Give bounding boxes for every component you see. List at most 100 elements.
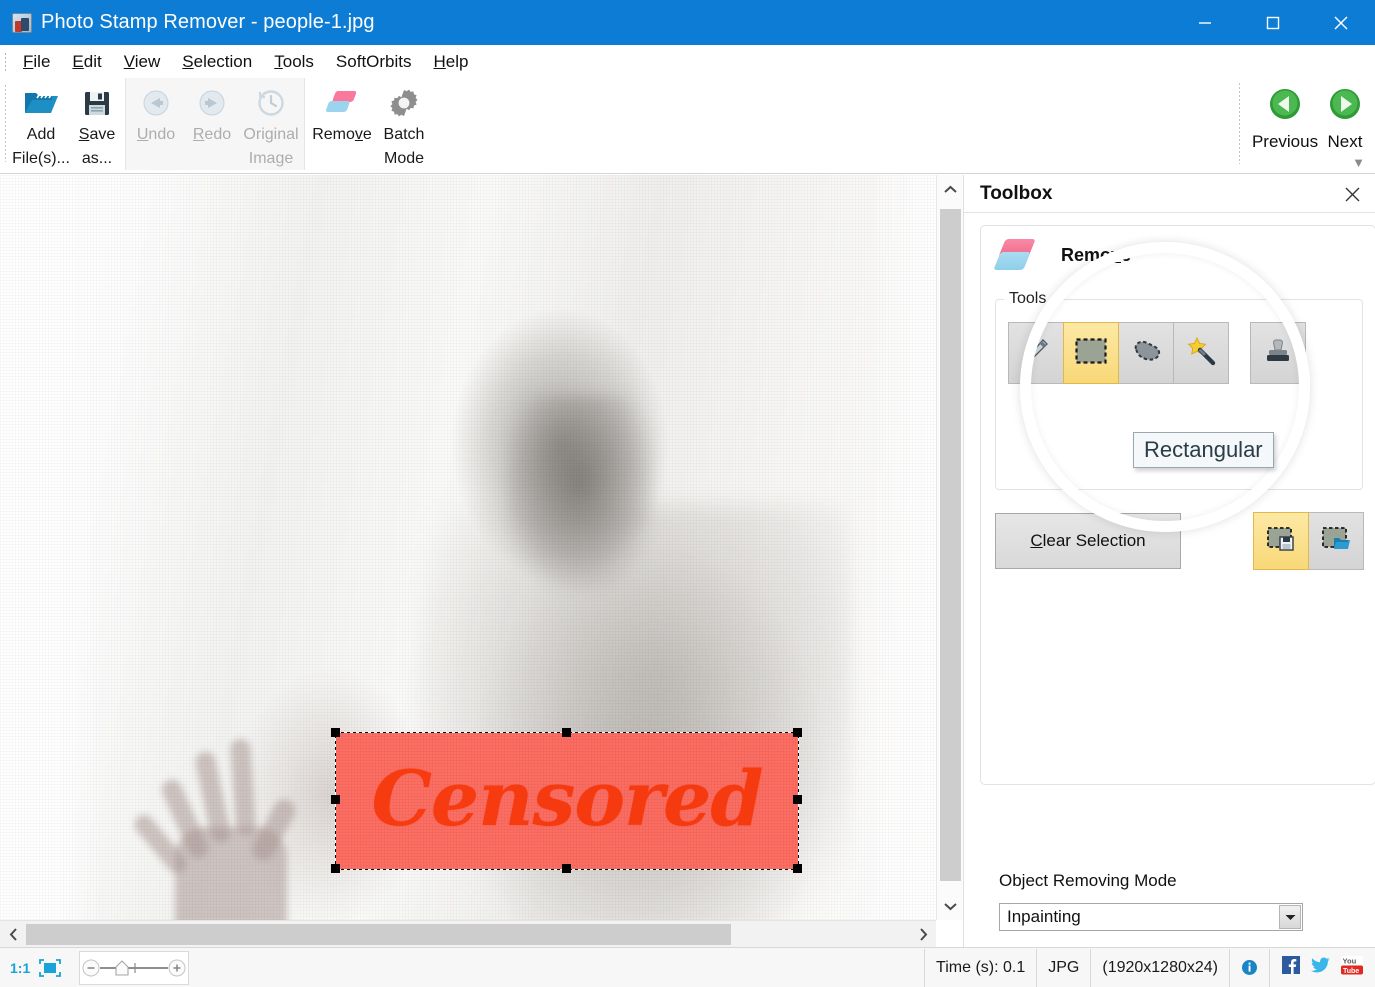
- svg-text:You: You: [1343, 956, 1357, 965]
- rectangular-selection[interactable]: Censored: [331, 728, 802, 873]
- menu-item-softorbits[interactable]: SoftOrbits: [325, 50, 423, 74]
- menu-label-view: iew: [134, 51, 161, 71]
- tools-row: [996, 308, 1362, 384]
- photo-left-falloff: [0, 175, 100, 920]
- chevron-down-icon[interactable]: [1279, 905, 1301, 929]
- undo-arrow-icon: [140, 85, 172, 121]
- navigation-grip-handle[interactable]: [1238, 82, 1241, 164]
- add-files-button[interactable]: Add File(s)...: [12, 78, 70, 169]
- selection-handle-w[interactable]: [331, 795, 340, 804]
- history-button-group: Undo Redo Original Image: [125, 78, 305, 170]
- redo-label: Redo: [192, 126, 232, 143]
- app-logo-icon: [12, 12, 32, 33]
- hand-finger-4: [130, 811, 191, 877]
- fit-to-screen-icon[interactable]: [39, 958, 62, 977]
- marker-tool-button[interactable]: [1008, 322, 1064, 384]
- window-controls: [1171, 0, 1375, 45]
- menu-label-edit: dit: [83, 51, 102, 71]
- lasso-tool-button[interactable]: [1118, 322, 1174, 384]
- menu-item-help[interactable]: Help: [423, 50, 480, 74]
- selection-handle-s[interactable]: [562, 864, 571, 873]
- next-image-button[interactable]: Next: [1315, 78, 1375, 152]
- redo-arrow-icon: [196, 85, 228, 121]
- batch-mode-label-line2: Mode: [383, 150, 425, 167]
- load-selection-button[interactable]: [1308, 512, 1364, 570]
- menu-accel-h: H: [433, 51, 446, 71]
- processing-time-label: Time (s): 0.1: [925, 948, 1038, 987]
- remove-toolbar-label: Remove: [312, 126, 372, 143]
- menu-label-file: ile: [33, 51, 51, 71]
- canvas-horizontal-scrollbar[interactable]: [0, 920, 936, 947]
- menu-label-selection: election: [193, 51, 253, 71]
- magic-wand-tool-button[interactable]: [1173, 322, 1229, 384]
- menu-label-tools: ools: [282, 51, 314, 71]
- save-as-label-line1: Save: [78, 126, 116, 143]
- status-bar: 1:1 Time (s): 0.1 JPG (1920x1280x24) You…: [0, 947, 1375, 987]
- toolbox-header: Toolbox: [964, 175, 1375, 213]
- vertical-scroll-thumb[interactable]: [940, 209, 961, 881]
- hand-finger-2: [193, 749, 233, 845]
- window-title: Photo Stamp Remover - people-1.jpg: [41, 11, 375, 33]
- remove-mode-header: Remove: [981, 226, 1375, 272]
- redo-button[interactable]: Redo: [184, 78, 240, 166]
- youtube-icon[interactable]: You Tube: [1341, 955, 1363, 980]
- menu-item-edit[interactable]: Edit: [61, 50, 112, 74]
- undo-button[interactable]: Undo: [128, 78, 184, 166]
- canvas-vertical-scrollbar[interactable]: [936, 175, 963, 920]
- clear-selection-button[interactable]: Clear Selection: [995, 513, 1181, 569]
- selection-io-group: [1253, 512, 1364, 570]
- remove-mode-title: Remove: [1061, 244, 1132, 265]
- ribbon-collapse-icon[interactable]: ▼: [1352, 155, 1365, 170]
- add-files-label-line2: File(s)...: [12, 150, 70, 167]
- pencil-icon: [1021, 336, 1051, 371]
- facebook-icon[interactable]: [1282, 956, 1300, 979]
- previous-image-button[interactable]: Previous: [1252, 78, 1318, 152]
- hand-finger-3: [158, 776, 212, 862]
- twitter-icon[interactable]: [1311, 957, 1330, 979]
- horizontal-scroll-thumb[interactable]: [26, 924, 731, 945]
- save-selection-button[interactable]: [1253, 512, 1309, 570]
- remove-toolbar-button[interactable]: Remove: [311, 78, 373, 166]
- menu-item-file[interactable]: File: [12, 50, 61, 74]
- rectangular-tooltip: Rectangular: [1133, 432, 1274, 468]
- magic-wand-icon: [1185, 336, 1217, 371]
- green-left-arrow-icon: [1268, 87, 1302, 126]
- stamp-tool-button[interactable]: [1250, 322, 1306, 384]
- batch-mode-button[interactable]: Batch Mode: [373, 78, 435, 169]
- zoom-slider[interactable]: [79, 950, 190, 985]
- selection-handle-sw[interactable]: [331, 864, 340, 873]
- menu-accel-s: S: [182, 51, 194, 71]
- selection-handle-ne[interactable]: [793, 728, 802, 737]
- tools-legend: Tools: [1009, 290, 1047, 307]
- eraser-bottom-half: [993, 252, 1031, 270]
- maximize-icon[interactable]: [1239, 0, 1307, 45]
- chevron-right-icon[interactable]: [910, 921, 936, 947]
- svg-text:Tube: Tube: [1343, 968, 1359, 975]
- object-removing-mode-label: Object Removing Mode: [999, 871, 1177, 890]
- close-icon[interactable]: [1341, 183, 1363, 205]
- chevron-up-icon[interactable]: [937, 175, 964, 203]
- object-removing-mode-select[interactable]: Inpainting: [999, 903, 1303, 931]
- minimize-icon[interactable]: [1171, 0, 1239, 45]
- menu-item-selection[interactable]: Selection: [171, 50, 263, 74]
- chevron-down-icon[interactable]: [937, 892, 964, 920]
- rectangular-tool-button[interactable]: [1063, 322, 1119, 384]
- batch-mode-label-line1: Batch: [383, 126, 425, 143]
- save-as-button[interactable]: Save as...: [69, 78, 125, 169]
- info-icon[interactable]: [1230, 948, 1270, 987]
- zoom-ratio-label[interactable]: 1:1: [10, 960, 30, 976]
- selection-handle-n[interactable]: [562, 728, 571, 737]
- selection-handle-nw[interactable]: [331, 728, 340, 737]
- save-as-accel: S: [78, 126, 90, 143]
- close-icon[interactable]: [1307, 0, 1375, 45]
- chevron-left-icon[interactable]: [0, 921, 26, 947]
- menu-item-view[interactable]: View: [113, 50, 172, 74]
- selection-handle-e[interactable]: [793, 795, 802, 804]
- eraser-icon: [993, 238, 1039, 272]
- toolbar-grip-handle[interactable]: [4, 84, 7, 162]
- menu-item-tools[interactable]: Tools: [263, 50, 325, 74]
- original-image-button[interactable]: Original Image: [240, 78, 302, 169]
- menu-grip-handle[interactable]: [4, 51, 7, 72]
- image-canvas[interactable]: Censored: [0, 175, 936, 920]
- selection-handle-se[interactable]: [793, 864, 802, 873]
